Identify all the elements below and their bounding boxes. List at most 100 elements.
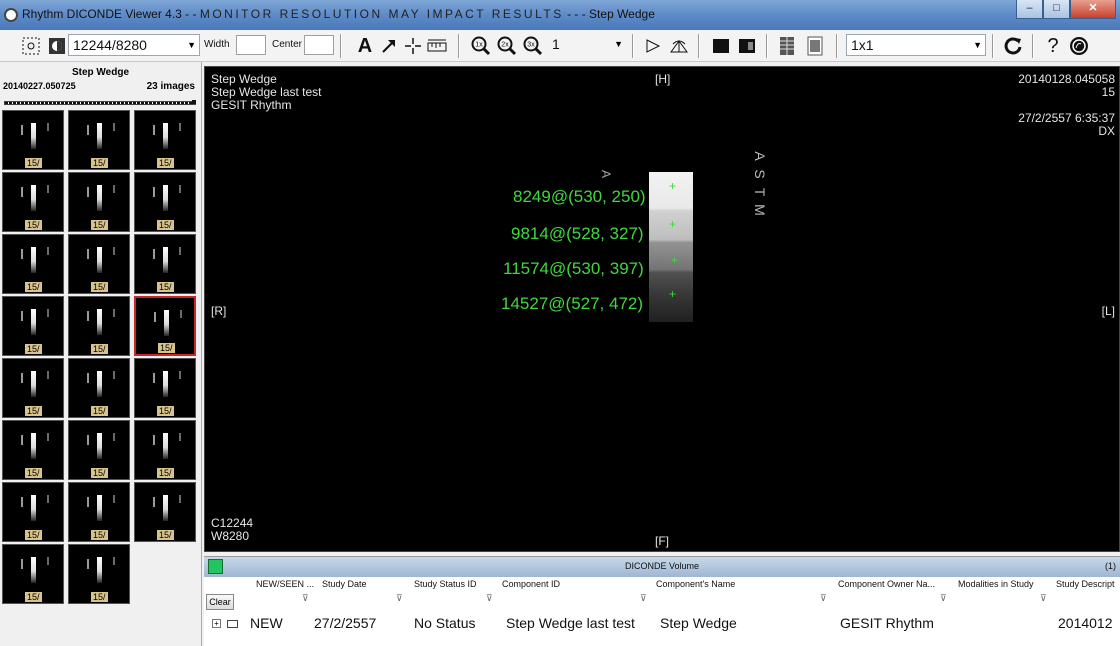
thumbnail-image[interactable]: 15/	[68, 420, 130, 480]
filter-icon[interactable]: ⊽	[820, 593, 827, 604]
black-fill-button[interactable]	[710, 30, 732, 62]
thumbnail-image[interactable]: 15/	[2, 234, 64, 294]
astm-letter: M	[752, 204, 768, 216]
maximize-button[interactable]: □	[1043, 0, 1070, 19]
cell-owner[interactable]: GESIT Rhythm	[840, 615, 934, 631]
ruler-icon	[426, 35, 448, 57]
zoom-2x-button[interactable]: 2x	[496, 30, 518, 62]
expand-row-icon[interactable]: +	[212, 619, 221, 628]
thumbnail-caption: 15/	[157, 220, 174, 230]
svg-text:2x: 2x	[501, 42, 509, 49]
wedge-preview	[97, 123, 102, 149]
wedge-marker	[21, 559, 23, 569]
pixel-measurement[interactable]: 14527@(527, 472)	[501, 294, 643, 314]
wedge-marker	[179, 185, 181, 193]
column-header-modalities[interactable]: Modalities in Study	[958, 579, 1034, 589]
column-header-new-seen[interactable]: NEW/SEEN ...	[256, 579, 314, 589]
thumbnail-image[interactable]: 15/	[134, 482, 196, 542]
thumbnail-image[interactable]: 15/	[2, 296, 64, 356]
ruler-button[interactable]	[426, 30, 448, 62]
pixel-measurement[interactable]: 8249@(530, 250)	[513, 187, 646, 207]
arrow-annotation-button[interactable]	[378, 30, 400, 62]
cell-component-name[interactable]: Step Wedge	[660, 615, 737, 631]
filter-icon[interactable]: ⊽	[486, 593, 493, 604]
thumbnail-image[interactable]: 15/	[134, 420, 196, 480]
clear-filter-button[interactable]: Clear	[206, 594, 234, 610]
filter-icon[interactable]: ⊽	[940, 593, 947, 604]
filter-icon[interactable]: ⊽	[302, 593, 309, 604]
app-title: Rhythm DICONDE Viewer 4.3 - -	[22, 7, 197, 21]
wedge-marker	[21, 311, 23, 321]
column-header-description[interactable]: Study Descript	[1056, 579, 1115, 589]
cell-description[interactable]: 2014012	[1058, 615, 1113, 631]
arrow-annotation-icon	[378, 35, 400, 57]
thumbnail-caption: 15/	[91, 282, 108, 292]
close-button[interactable]: ✕	[1070, 0, 1116, 19]
wedge-marker	[87, 559, 89, 569]
title-bar: Rhythm DICONDE Viewer 4.3 - - MONITOR RE…	[0, 0, 1120, 30]
ge-about-button[interactable]	[1068, 30, 1090, 62]
thumbnail-image[interactable]: 15/	[134, 234, 196, 294]
image-layout-button[interactable]	[804, 30, 826, 62]
ge-logo-icon	[1068, 35, 1090, 57]
thumbnail-image[interactable]: 15/	[68, 358, 130, 418]
thumbnail-caption: 15/	[91, 592, 108, 602]
thumbnail-image[interactable]: 15/	[2, 110, 64, 170]
filter-icon[interactable]: ⊽	[396, 593, 403, 604]
thumbnail-image[interactable]: 15/	[2, 172, 64, 232]
zoom-3x-icon: 3x	[522, 35, 544, 57]
annotation-text-button[interactable]: A	[354, 30, 376, 62]
series-layout-button[interactable]	[776, 30, 798, 62]
reset-button[interactable]	[1002, 30, 1024, 62]
wedge-marker	[179, 247, 181, 255]
cell-study-date[interactable]: 27/2/2557	[314, 615, 376, 631]
thumbnail-image[interactable]: 15/	[68, 296, 130, 356]
layout-select[interactable]: 1x1 ▼	[846, 34, 986, 56]
thumbnail-image[interactable]: 15/	[2, 358, 64, 418]
zoom-3x-button[interactable]: 3x	[522, 30, 544, 62]
filter-icon[interactable]: ⊽	[1040, 593, 1047, 604]
thumbnail-image[interactable]: 15/	[134, 358, 196, 418]
column-header-component-id[interactable]: Component ID	[502, 579, 560, 589]
flip-button[interactable]	[668, 30, 690, 62]
image-viewport[interactable]: Step Wedge Step Wedge last test GESIT Rh…	[204, 66, 1120, 552]
thumbnail-panel: Step Wedge 20140227.050725 23 images 15/…	[0, 62, 202, 646]
pixel-measurement[interactable]: 9814@(528, 327)	[511, 224, 644, 244]
toolbar-separator	[992, 34, 994, 58]
help-button[interactable]: ?	[1042, 30, 1064, 62]
zoom-select[interactable]: 1 ▼	[548, 34, 626, 56]
column-header-study-date[interactable]: Study Date	[322, 579, 367, 589]
crosshair-button[interactable]	[402, 30, 424, 62]
select-tool-button[interactable]	[20, 30, 42, 62]
column-header-study-status[interactable]: Study Status ID	[414, 579, 477, 589]
cell-component-id[interactable]: Step Wedge last test	[506, 615, 635, 631]
series-select[interactable]: 12244/8280 ▼	[68, 34, 200, 56]
thumbnail-image[interactable]: 15/	[68, 544, 130, 604]
minimize-button[interactable]: –	[1016, 0, 1043, 19]
thumbnail-image[interactable]: 15/	[2, 544, 64, 604]
column-header-component-name[interactable]: Component's Name	[656, 579, 735, 589]
invert-button[interactable]	[46, 30, 68, 62]
thumbnail-image[interactable]: 15/	[68, 172, 130, 232]
column-header-owner[interactable]: Component Owner Na...	[838, 579, 935, 589]
thumbnail-image[interactable]: 15/	[68, 234, 130, 294]
thumbnail-image[interactable]: 15/	[134, 296, 196, 356]
pixel-measurement[interactable]: 11574@(530, 397)	[503, 259, 644, 279]
zoom-1x-button[interactable]: 1x	[470, 30, 492, 62]
thumbnail-caption: 15/	[158, 343, 175, 353]
center-input[interactable]	[304, 35, 334, 55]
width-input[interactable]	[236, 35, 266, 55]
thumbnail-image[interactable]: 15/	[2, 420, 64, 480]
cell-status-id[interactable]: No Status	[414, 615, 475, 631]
wedge-marker	[21, 497, 23, 507]
cine-play-button[interactable]	[642, 30, 664, 62]
cell-status[interactable]: NEW	[250, 615, 283, 631]
thumbnail-image[interactable]: 15/	[68, 110, 130, 170]
thumbnail-image[interactable]: 15/	[2, 482, 64, 542]
wedge-preview	[163, 433, 168, 459]
filter-icon[interactable]: ⊽	[640, 593, 647, 604]
shutter-button[interactable]	[736, 30, 758, 62]
thumbnail-image[interactable]: 15/	[134, 110, 196, 170]
thumbnail-image[interactable]: 15/	[134, 172, 196, 232]
thumbnail-image[interactable]: 15/	[68, 482, 130, 542]
